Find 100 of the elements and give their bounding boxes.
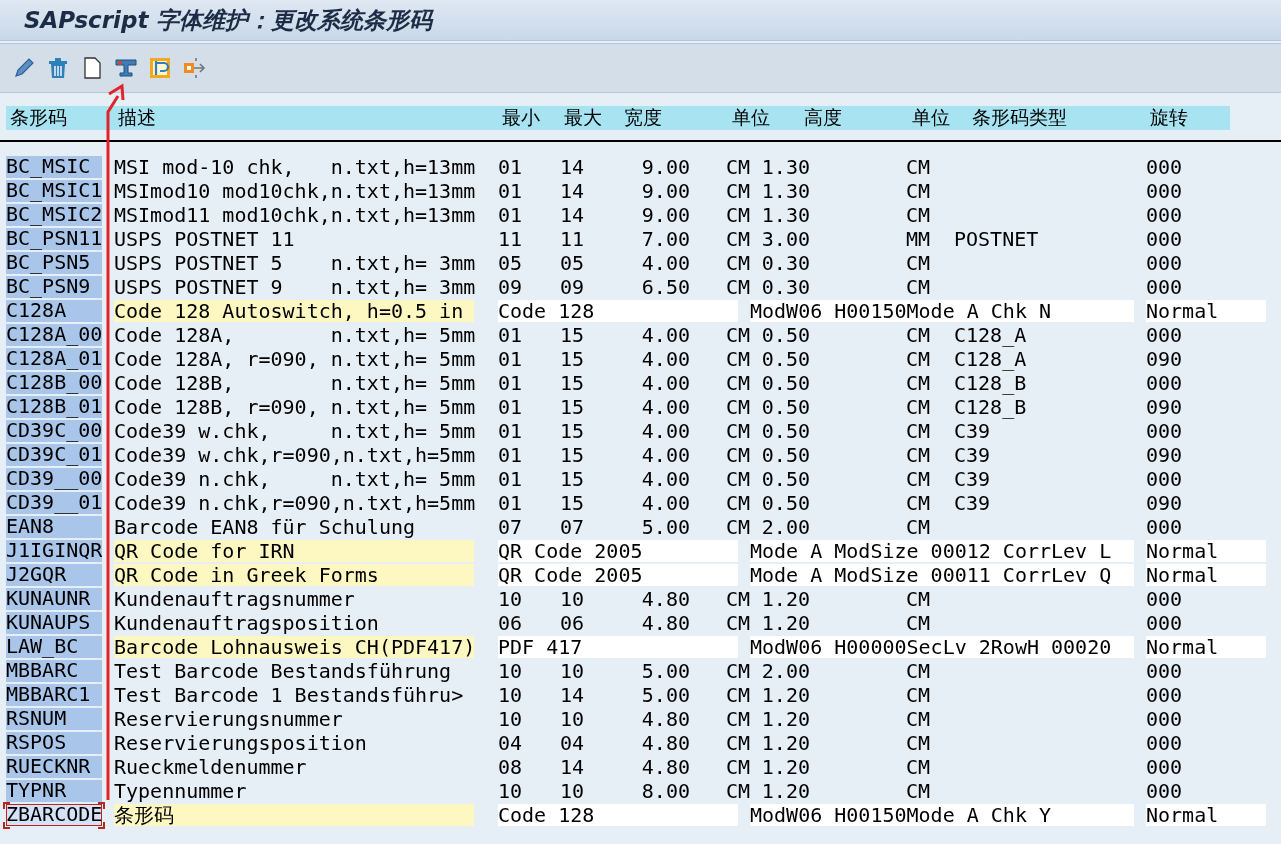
key-cell[interactable]: BC_PSN11 [6,228,102,250]
key-cell[interactable]: RUECKNR [6,756,102,778]
key-cell[interactable]: KUNAUNR [6,588,102,610]
table-cell-text: CM [906,252,932,274]
table-cell-text: CM [906,756,932,778]
key-cell[interactable]: CD39C_00 [6,420,102,442]
table-cell-text: 090 [1146,444,1184,466]
table-cell-text: 07 [560,516,586,538]
column-header: 高度 [803,105,843,130]
table-cell-text: CM [906,468,932,490]
key-cell[interactable]: CD39__01 [6,492,102,514]
table-cell: QR Code 2005 [498,564,738,586]
table-cell: 1.30 [760,156,810,178]
table-cell-text: 10 [498,588,524,610]
table-cell-text: 01 [498,180,524,202]
table-cell: 1.20 [760,684,810,706]
description-cell-text: Test Barcode 1 Bestandsführu> [114,684,465,706]
table-cell-text: 10 [560,660,586,682]
key-cell[interactable]: KUNAUPS [6,612,102,634]
table-cell: 0.50 [760,372,810,394]
description-cell: Code39 w.chk,r=090,n.txt,h=5mm [114,444,474,466]
description-cell-text: Kundenauftragsposition [114,612,380,634]
table-cell-text: 000 [1146,756,1184,778]
key-cell[interactable]: C128B_00 [6,372,102,394]
table-cell-text: 000 [1146,780,1184,802]
table-cell: 0.30 [760,252,810,274]
key-cell[interactable]: CD39C_01 [6,444,102,466]
table-cell-text: CM [726,372,752,394]
table-cell: 1.30 [760,204,810,226]
key-cell[interactable]: C128B_01 [6,396,102,418]
table-cell-text: 4.80 [640,708,690,730]
key-cell[interactable]: RSNUM [6,708,102,730]
table-cell-text: CM [906,516,932,538]
key-cell[interactable]: BC_MSIC2 [6,204,102,226]
table-cell-text: 15 [560,444,586,466]
description-cell-text: Typennummer [114,780,248,802]
table-cell-text: 000 [1146,612,1184,634]
table-cell-text: 01 [498,372,524,394]
table-cell-text: 000 [1146,468,1184,490]
key-cell[interactable]: C128A_01 [6,348,102,370]
table-cell-text: 14 [560,204,586,226]
table-cell-text: 4.00 [640,468,690,490]
table-cell-text: 4.00 [640,420,690,442]
table-cell-text: CM [906,420,932,442]
column-header: 描述 [117,105,157,130]
key-cell[interactable]: TYPNR [6,780,102,802]
key-cell[interactable]: BC_MSIC1 [6,180,102,202]
description-cell-text: Rueckmeldenummer [114,756,308,778]
table-cell: 1.20 [760,588,810,610]
table-cell-text: CM [726,660,752,682]
table-cell-text: CM [726,492,752,514]
table-cell-text: 01 [498,492,524,514]
table-cell: Normal [1146,540,1266,562]
table-cell: 0.50 [760,324,810,346]
description-cell: Code 128 Autoswitch, h=0.5 in [114,300,474,322]
table-cell: Normal [1146,564,1266,586]
table-cell: Code 128 [498,804,738,826]
table-cell: Mode A ModSize 00012 CorrLev L [750,540,1134,562]
table-cell: Normal [1146,636,1266,658]
table-cell: ModW06 H00150Mode A Chk Y [750,804,1134,826]
key-cell[interactable]: ZBARCODE [6,804,102,826]
table-cell-text: CM [906,348,932,370]
key-cell[interactable]: C128A_00 [6,324,102,346]
key-cell[interactable]: LAW_BC [6,636,102,658]
table-cell-text: 090 [1146,492,1184,514]
key-cell[interactable]: MBBARC [6,660,102,682]
table-cell: ModW06 H00150Mode A Chk N [750,300,1134,322]
table-cell-text: 000 [1146,372,1184,394]
key-cell[interactable]: BC_PSN9 [6,276,102,298]
table-cell-text: 15 [560,348,586,370]
key-cell[interactable]: C128A [6,300,102,322]
key-cell[interactable]: J1IGINQR [6,540,102,562]
description-cell: Barcode Lohnausweis CH(PDF417) [114,636,474,658]
column-header: 最小 [501,105,541,130]
key-cell[interactable]: CD39__00 [6,468,102,490]
table-cell-text: 4.80 [640,612,690,634]
table-cell-text: 9.00 [640,180,690,202]
table-cell-text: 000 [1146,588,1184,610]
table-cell: C39 [954,443,991,467]
description-cell: Code 128A, n.txt,h= 5mm [114,324,474,346]
key-cell[interactable]: J2GQR [6,564,102,586]
key-cell[interactable]: MBBARC1 [6,684,102,706]
table-cell-text: 01 [498,156,524,178]
description-cell: Code39 n.chk, n.txt,h= 5mm [114,468,474,490]
key-cell[interactable]: BC_PSN5 [6,252,102,274]
key-cell[interactable]: EAN8 [6,516,102,538]
key-cell[interactable]: RSPOS [6,732,102,754]
table-cell-text: 01 [498,420,524,442]
table-cell: 0.50 [760,396,810,418]
table-cell-text: 01 [498,444,524,466]
table-cell-text: 000 [1146,252,1184,274]
table-cell-text: 6.50 [640,276,690,298]
description-cell: Code39 w.chk, n.txt,h= 5mm [114,420,474,442]
key-cell[interactable]: BC_MSIC [6,156,102,178]
table-cell: 1.20 [760,780,810,802]
table-cell-text: CM [906,588,932,610]
table-cell: QR Code 2005 [498,540,738,562]
column-header: 条形码 [9,105,68,130]
table-cell-text: CM [726,780,752,802]
table-cell-text: CM [906,180,932,202]
